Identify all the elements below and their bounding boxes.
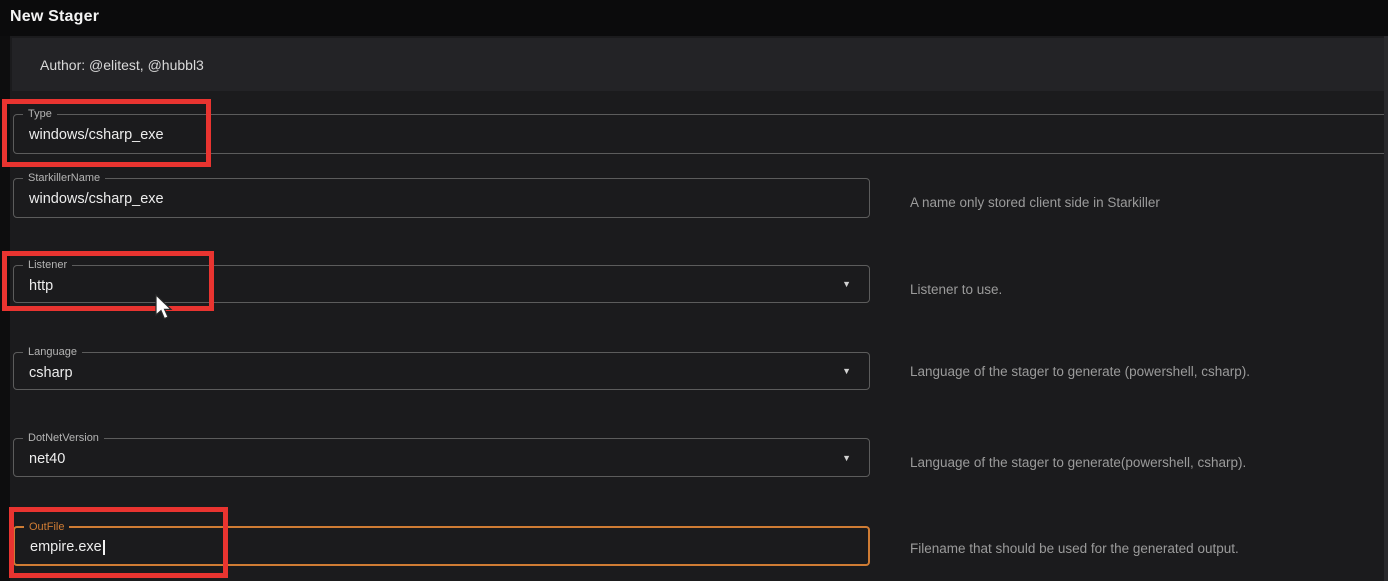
dropdown-arrow-icon[interactable]: ▼ [842,279,851,289]
page-title: New Stager [10,8,99,26]
type-field[interactable]: Type windows/csharp_exe [13,114,1388,154]
page-header: New Stager [0,0,1388,36]
author-bar: Author: @elitest, @hubbl3 [12,38,1388,91]
author-text: Author: @elitest, @hubbl3 [12,57,204,73]
language-select-label: Language [23,345,82,359]
starkillername-field[interactable]: StarkillerName windows/csharp_exe [13,178,870,218]
starkillername-field-label: StarkillerName [23,171,105,185]
dropdown-arrow-icon[interactable]: ▼ [842,366,851,376]
listener-helper-text: Listener to use. [910,282,1002,297]
red-highlight-box-type [2,99,211,167]
red-highlight-box-listener [2,251,214,311]
dotnetversion-helper-text: Language of the stager to generate(power… [910,455,1246,470]
language-select[interactable]: Language csharp ▼ [13,352,870,390]
language-select-value: csharp [14,353,869,381]
dotnetversion-select-value: net40 [14,439,869,467]
starkillername-field-value: windows/csharp_exe [14,179,869,207]
dropdown-arrow-icon[interactable]: ▼ [842,453,851,463]
language-helper-text: Language of the stager to generate (powe… [910,364,1250,379]
mouse-cursor-icon [154,294,174,322]
outfile-helper-text: Filename that should be used for the gen… [910,541,1239,556]
dotnetversion-select[interactable]: DotNetVersion net40 ▼ [13,438,870,477]
type-field-value: windows/csharp_exe [14,115,1388,143]
starkillername-helper-text: A name only stored client side in Starki… [910,195,1160,210]
red-highlight-box-outfile [9,507,228,578]
scrollbar[interactable] [1384,36,1388,581]
dotnetversion-select-label: DotNetVersion [23,431,104,445]
